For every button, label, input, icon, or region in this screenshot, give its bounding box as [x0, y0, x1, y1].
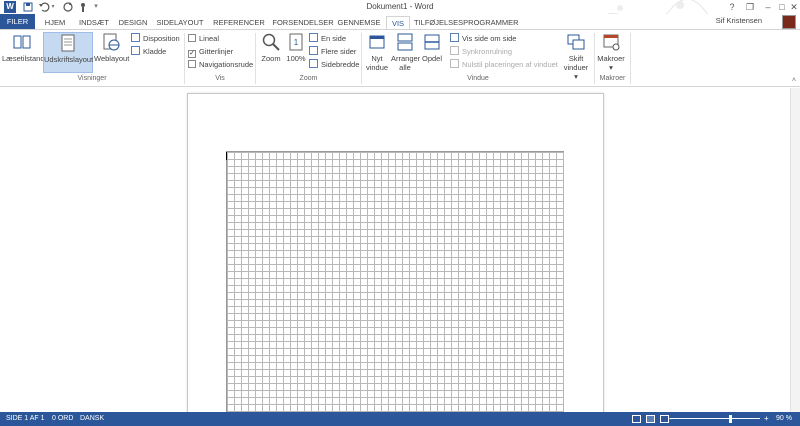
help-button[interactable]: ?: [723, 0, 741, 14]
draft-button[interactable]: Kladde: [131, 46, 166, 57]
tab-referencer[interactable]: REFERENCER: [210, 16, 268, 30]
svg-text:1: 1: [294, 38, 299, 47]
tab-indsaet[interactable]: INDSÆT: [74, 16, 114, 30]
tab-forsendelser[interactable]: FORSENDELSER: [272, 16, 334, 30]
read-mode-button[interactable]: Læsetilstand: [2, 32, 45, 72]
globe-page-icon: [101, 32, 121, 52]
title-bar: W ▾ ▾ Dokument1 - Word ? ❐ – □ ✕: [0, 0, 800, 27]
gridlines-checkbox[interactable]: ✓ Gitterlinjer: [188, 46, 233, 58]
switch-windows-icon: [566, 32, 586, 52]
outline-button[interactable]: Disposition: [131, 33, 180, 44]
split-button[interactable]: Opdel: [421, 32, 443, 72]
macros-icon: [601, 32, 621, 52]
macros-button[interactable]: Makroer ▾: [597, 32, 625, 76]
document-area[interactable]: [0, 88, 800, 423]
side-by-side-button[interactable]: Vis side om side: [450, 33, 516, 44]
read-mode-label: Læsetilstand: [2, 54, 45, 63]
tab-filer[interactable]: FILER: [0, 14, 35, 30]
zoom-in-button[interactable]: +: [764, 412, 769, 426]
close-button[interactable]: ✕: [788, 0, 800, 14]
arrange-all-button[interactable]: Arranger alle: [391, 32, 420, 76]
page-icon: [58, 33, 78, 53]
maximize-button[interactable]: □: [776, 0, 788, 14]
tab-design[interactable]: DESIGN: [118, 16, 148, 30]
read-mode-icon[interactable]: [632, 415, 641, 423]
switch-windows-button[interactable]: Skift vinduer ▾: [562, 32, 590, 81]
multiple-pages-icon: [309, 46, 318, 55]
group-label-zoom: Zoom: [299, 75, 318, 82]
one-page-icon: [309, 33, 318, 42]
group-label-visninger: Visninger: [77, 75, 107, 82]
new-window-icon: [367, 32, 387, 52]
synchronous-scrolling-button[interactable]: Synkronrulning: [450, 46, 512, 57]
ruler-checkbox[interactable]: Lineal: [188, 33, 219, 44]
arrange-all-icon: [395, 32, 415, 52]
side-by-side-icon: [450, 33, 459, 42]
new-window-button[interactable]: Nyt vindue: [364, 32, 390, 76]
ribbon-display-button[interactable]: ❐: [741, 0, 759, 14]
group-label-makroer: Makroer: [599, 75, 626, 82]
group-label-vindue: Vindue: [467, 75, 489, 82]
tab-hjem[interactable]: HJEM: [40, 16, 70, 30]
print-layout-icon[interactable]: [646, 415, 655, 423]
avatar[interactable]: [782, 15, 796, 29]
outline-icon: [131, 33, 140, 42]
minimize-button[interactable]: –: [759, 0, 777, 14]
zoom-out-button[interactable]: –: [668, 412, 672, 426]
tab-gennemse[interactable]: GENNEMSE: [336, 16, 382, 30]
zoom-slider-thumb[interactable]: [729, 415, 732, 423]
print-layout-button[interactable]: Udskriftslayout: [43, 32, 93, 73]
ribbon-tabs: FILER HJEM INDSÆT DESIGN SIDELAYOUT REFE…: [0, 14, 800, 30]
zoom-level[interactable]: 90 %: [776, 412, 792, 426]
split-icon: [422, 32, 442, 52]
zoom-100-button[interactable]: 1 100%: [285, 32, 307, 72]
tab-tilfoejelsesprogrammer[interactable]: TILFØJELSESPROGRAMMER: [414, 16, 519, 30]
word-count[interactable]: 0 ORD: [52, 412, 73, 426]
group-label-vis: Vis: [215, 75, 225, 82]
page-width-button[interactable]: Sidebredde: [309, 59, 359, 70]
sync-scroll-icon: [450, 46, 459, 55]
magnifier-icon: [261, 32, 281, 52]
draft-icon: [131, 46, 140, 55]
status-bar: SIDE 1 AF 1 0 ORD DANSK – + 90 %: [0, 412, 800, 426]
web-layout-button[interactable]: Weblayout: [94, 32, 130, 72]
tab-sidelayout[interactable]: SIDELAYOUT: [154, 16, 206, 30]
page-count[interactable]: SIDE 1 AF 1: [6, 412, 45, 426]
reset-position-icon: [450, 59, 459, 68]
page-100-icon: 1: [286, 32, 306, 52]
group-divider: [630, 33, 631, 84]
one-page-button[interactable]: En side: [309, 33, 346, 44]
gridlines: [226, 151, 564, 421]
document-page[interactable]: [187, 93, 604, 423]
reset-window-position-button[interactable]: Nulstil placeringen af vinduet: [450, 59, 558, 70]
multiple-pages-button[interactable]: Flere sider: [309, 46, 356, 57]
zoom-button[interactable]: Zoom: [259, 32, 283, 72]
language[interactable]: DANSK: [80, 412, 104, 426]
checkmark-icon: ✓: [188, 50, 196, 58]
vertical-scrollbar[interactable]: [790, 88, 800, 412]
ribbon: Læsetilstand Udskriftslayout Weblayout D…: [0, 29, 800, 87]
navigation-pane-checkbox[interactable]: Navigationsrude: [188, 59, 253, 70]
book-icon: [12, 32, 32, 52]
print-layout-label: Udskriftslayout: [44, 55, 94, 64]
tab-vis[interactable]: VIS: [386, 16, 410, 30]
text-cursor: [226, 152, 227, 160]
user-name[interactable]: Sif Kristensen: [716, 16, 762, 25]
page-width-icon: [309, 59, 318, 68]
collapse-ribbon-icon[interactable]: ˄: [792, 77, 796, 84]
zoom-slider[interactable]: [670, 418, 760, 419]
web-layout-label: Weblayout: [94, 54, 130, 63]
